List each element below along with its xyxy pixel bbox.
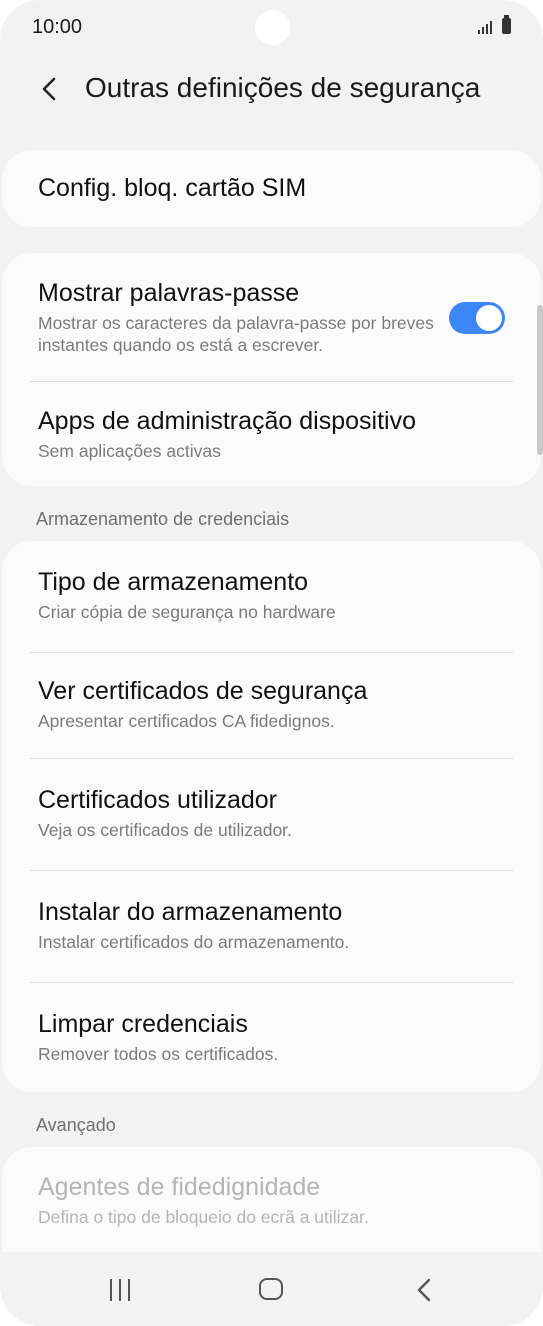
trust-agents-item: Agentes de fidedignidade Defina o tipo d… — [38, 1173, 511, 1228]
show-passwords-title: Mostrar palavras-passe — [38, 279, 300, 307]
sim-card-lock-title: Config. bloq. cartão SIM — [38, 174, 307, 202]
divider — [30, 758, 513, 759]
advanced-header: Avançado — [36, 1115, 116, 1135]
sim-card-lock-item[interactable]: Config. bloq. cartão SIM — [38, 174, 511, 203]
divider — [30, 870, 513, 871]
view-security-certificates-item[interactable]: Ver certificados de segurança Apresentar… — [38, 677, 511, 732]
device-admin-apps-subtitle: Sem aplicações activas — [38, 441, 221, 461]
user-certificates-title: Certificados utilizador — [38, 786, 277, 814]
user-certificates-item[interactable]: Certificados utilizador Veja os certific… — [38, 786, 511, 841]
storage-type-title: Tipo de armazenamento — [38, 568, 309, 596]
divider — [30, 652, 513, 653]
clear-credentials-item[interactable]: Limpar credenciais Remover todos os cert… — [38, 1010, 511, 1065]
device-admin-apps-title: Apps de administração dispositivo — [38, 407, 416, 435]
view-security-certificates-title: Ver certificados de segurança — [38, 677, 368, 705]
navigation-bar — [0, 1252, 543, 1326]
show-passwords-item[interactable]: Mostrar palavras-passe Mostrar os caract… — [38, 279, 441, 356]
storage-type-subtitle: Criar cópia de segurança no hardware — [38, 602, 336, 622]
show-passwords-toggle[interactable] — [449, 302, 505, 334]
install-from-storage-subtitle: Instalar certificados do armazenamento. — [38, 932, 350, 952]
credential-storage-section: Tipo de armazenamento Criar cópia de seg… — [2, 541, 541, 1092]
nav-back-icon[interactable] — [414, 1278, 434, 1302]
storage-type-item[interactable]: Tipo de armazenamento Criar cópia de seg… — [38, 568, 511, 623]
credential-storage-header: Armazenamento de credenciais — [36, 509, 290, 529]
sim-card-section: Config. bloq. cartão SIM — [2, 150, 541, 227]
general-security-section: Mostrar palavras-passe Mostrar os caract… — [2, 253, 541, 486]
user-certificates-subtitle: Veja os certificados de utilizador. — [38, 820, 292, 840]
install-from-storage-item[interactable]: Instalar do armazenamento Instalar certi… — [38, 898, 511, 953]
show-passwords-subtitle: Mostrar os caracteres da palavra-passe p… — [38, 313, 434, 355]
view-security-certificates-subtitle: Apresentar certificados CA fidedignos. — [38, 711, 335, 731]
device-admin-apps-item[interactable]: Apps de administração dispositivo Sem ap… — [38, 407, 511, 462]
camera-cutout — [255, 10, 290, 45]
toggle-knob — [476, 305, 502, 331]
clear-credentials-subtitle: Remover todos os certificados. — [38, 1044, 279, 1064]
clear-credentials-title: Limpar credenciais — [38, 1010, 248, 1038]
scrollbar[interactable] — [537, 305, 543, 455]
trust-agents-title: Agentes de fidedignidade — [38, 1173, 321, 1201]
recent-apps-icon[interactable] — [108, 1279, 132, 1301]
install-from-storage-title: Instalar do armazenamento — [38, 898, 343, 926]
trust-agents-subtitle: Defina o tipo de bloqueio do ecrã a util… — [38, 1207, 369, 1227]
back-arrow-icon[interactable] — [36, 74, 66, 104]
page-title: Outras definições de segurança — [85, 72, 481, 103]
phone-screen: 10:00 Outras definições de segurança Con… — [0, 0, 543, 1326]
divider — [30, 381, 513, 382]
signal-icon — [478, 20, 492, 34]
divider — [30, 982, 513, 983]
home-icon[interactable] — [259, 1278, 283, 1300]
status-time: 10:00 — [32, 16, 83, 38]
battery-icon — [502, 15, 511, 34]
